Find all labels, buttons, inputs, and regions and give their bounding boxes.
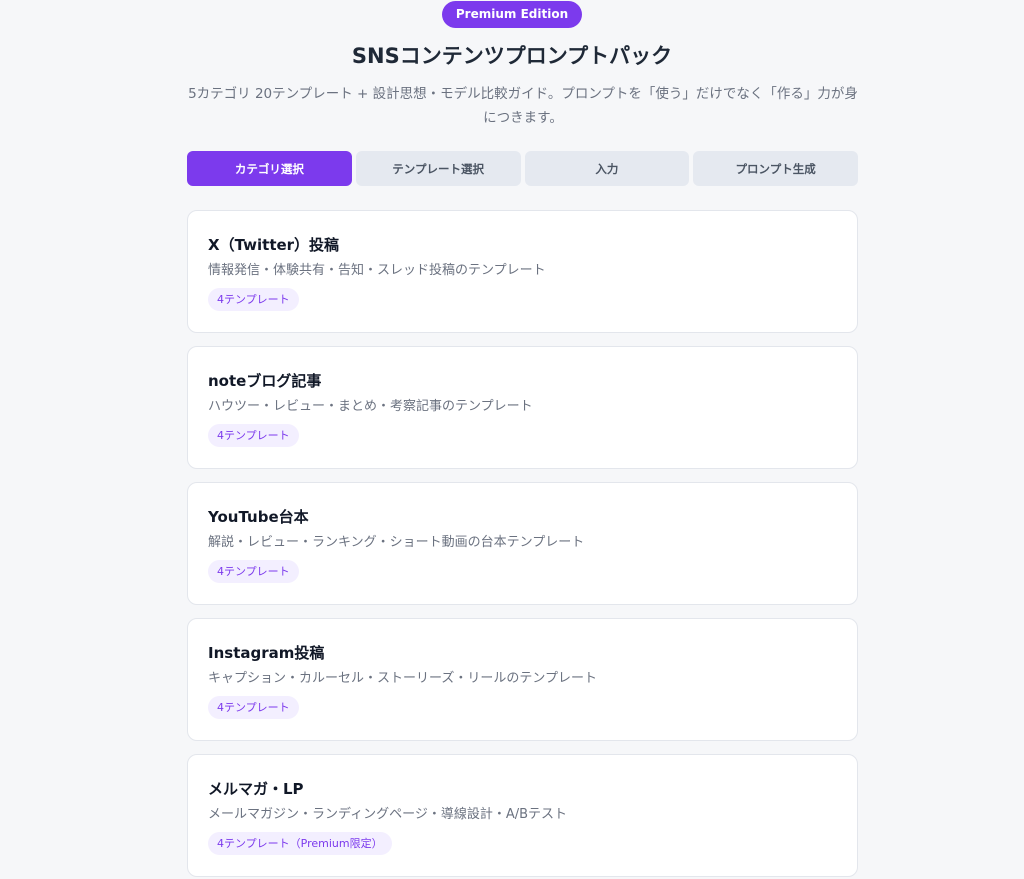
- step-tabs: カテゴリ選択 テンプレート選択 入力 プロンプト生成: [187, 151, 858, 186]
- category-card-note-blog[interactable]: noteブログ記事 ハウツー・レビュー・まとめ・考察記事のテンプレート 4テンプ…: [187, 346, 858, 469]
- page-title: SNSコンテンツプロンプトパック: [351, 44, 673, 68]
- tab-category-select[interactable]: カテゴリ選択: [187, 151, 352, 186]
- tab-prompt-generate[interactable]: プロンプト生成: [693, 151, 858, 186]
- category-title: メルマガ・LP: [208, 780, 304, 798]
- category-card-instagram[interactable]: Instagram投稿 キャプション・カルーセル・ストーリーズ・リールのテンプレ…: [187, 618, 858, 741]
- category-title: X（Twitter）投稿: [208, 236, 340, 254]
- badge-wrap: Premium Edition: [0, 0, 1024, 28]
- template-count-badge: 4テンプレート（Premium限定）: [208, 832, 392, 855]
- tab-template-select[interactable]: テンプレート選択: [355, 151, 521, 186]
- template-count-badge: 4テンプレート: [208, 560, 299, 583]
- category-title: noteブログ記事: [208, 372, 322, 390]
- category-card-mailmag-lp[interactable]: メルマガ・LP メールマガジン・ランディングページ・導線設計・A/Bテスト 4テ…: [187, 754, 858, 877]
- category-description: キャプション・カルーセル・ストーリーズ・リールのテンプレート: [208, 671, 597, 686]
- category-description: メールマガジン・ランディングページ・導線設計・A/Bテスト: [208, 807, 568, 822]
- category-description: ハウツー・レビュー・まとめ・考察記事のテンプレート: [208, 399, 533, 414]
- category-card-x-twitter[interactable]: X（Twitter）投稿 情報発信・体験共有・告知・スレッド投稿のテンプレート …: [187, 210, 858, 333]
- template-count-badge: 4テンプレート: [208, 696, 299, 719]
- category-title: Instagram投稿: [208, 644, 325, 662]
- category-list: X（Twitter）投稿 情報発信・体験共有・告知・スレッド投稿のテンプレート …: [187, 210, 858, 879]
- category-title: YouTube台本: [208, 508, 309, 526]
- template-count-badge: 4テンプレート: [208, 288, 299, 311]
- category-description: 情報発信・体験共有・告知・スレッド投稿のテンプレート: [208, 263, 546, 278]
- page-subtitle: 5カテゴリ 20テンプレート + 設計思想・モデル比較ガイド。プロンプトを「使う…: [188, 86, 858, 126]
- category-card-youtube-script[interactable]: YouTube台本 解説・レビュー・ランキング・ショート動画の台本テンプレート …: [187, 482, 858, 605]
- category-description: 解説・レビュー・ランキング・ショート動画の台本テンプレート: [208, 535, 585, 550]
- template-count-badge: 4テンプレート: [208, 424, 299, 447]
- tab-input[interactable]: 入力: [524, 151, 690, 186]
- page: Premium Edition SNSコンテンツプロンプトパック 5カテゴリ 2…: [0, 0, 1024, 879]
- premium-edition-badge: Premium Edition: [441, 1, 583, 28]
